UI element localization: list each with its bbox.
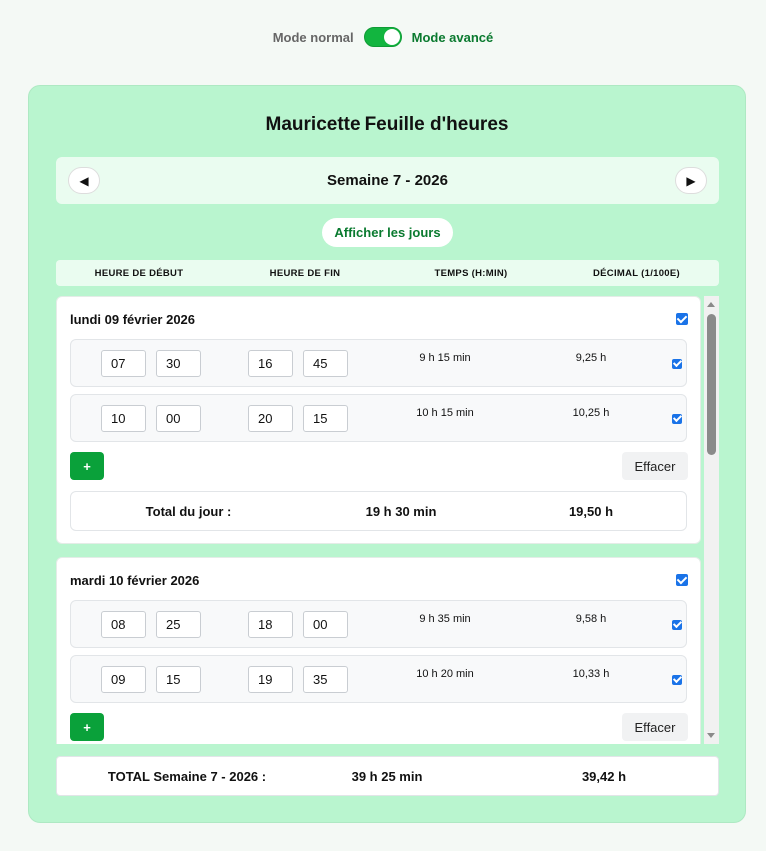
entry-checkbox[interactable] — [672, 359, 682, 369]
day-total-label: Total du jour : — [145, 504, 232, 519]
mode-advanced-label[interactable]: Mode avancé — [412, 30, 494, 45]
entry-duration: 9 h 35 min — [419, 613, 471, 625]
entry-checkbox[interactable] — [672, 620, 682, 630]
prev-week-button[interactable]: ◀ — [68, 167, 100, 194]
column-headers: HEURE DE DÉBUT HEURE DE FIN TEMPS (H:MIN… — [56, 260, 719, 286]
scroll-down-arrow-icon[interactable] — [707, 733, 715, 738]
end-hour-input[interactable]: 20 — [248, 405, 293, 432]
time-entry-row: 09 15 19 35 10 h 20 min 10,33 h — [70, 655, 687, 703]
end-minute-input[interactable]: 15 — [303, 405, 348, 432]
start-minute-input[interactable]: 00 — [156, 405, 201, 432]
entry-duration: 10 h 15 min — [416, 407, 474, 419]
scrollbar-thumb[interactable] — [707, 314, 716, 455]
week-total-row: TOTAL Semaine 7 - 2026 : 39 h 25 min 39,… — [56, 756, 719, 796]
entry-decimal: 10,25 h — [572, 407, 610, 419]
employee-name: Mauricette — [265, 114, 361, 135]
days-scroll-area[interactable]: lundi 09 février 2026 07 30 16 45 9 h 15… — [56, 296, 720, 744]
add-entry-button[interactable]: + — [70, 713, 104, 741]
next-week-button[interactable]: ▶ — [674, 167, 707, 194]
week-navigator: ◀ Semaine 7 - 2026 ▶ — [56, 157, 719, 204]
triangle-right-icon: ▶ — [686, 173, 696, 188]
col-end-time: HEURE DE FIN — [269, 267, 341, 279]
start-hour-input[interactable]: 08 — [101, 611, 146, 638]
page-title: Mauricette Feuille d'heures — [29, 114, 745, 136]
col-duration: TEMPS (H:MIN) — [434, 267, 508, 279]
day-title: mardi 10 février 2026 — [70, 573, 200, 588]
day-total-time: 19 h 30 min — [365, 504, 437, 519]
mode-normal-label[interactable]: Mode normal — [273, 30, 354, 45]
start-minute-input[interactable]: 25 — [156, 611, 201, 638]
end-hour-input[interactable]: 16 — [248, 350, 293, 377]
col-start-time: HEURE DE DÉBUT — [94, 267, 184, 279]
end-minute-input[interactable]: 35 — [303, 666, 348, 693]
timesheet-card: Mauricette Feuille d'heures ◀ Semaine 7 -… — [28, 85, 746, 823]
show-days-button[interactable]: Afficher les jours — [322, 218, 453, 247]
start-minute-input[interactable]: 30 — [156, 350, 201, 377]
clear-day-button[interactable]: Effacer — [622, 713, 688, 741]
week-total-label: TOTAL Semaine 7 - 2026 : — [107, 769, 267, 784]
end-hour-input[interactable]: 19 — [248, 666, 293, 693]
vertical-scrollbar[interactable] — [704, 296, 719, 744]
day-total-decimal: 19,50 h — [568, 504, 614, 519]
day-checkbox[interactable] — [676, 313, 688, 325]
entry-duration: 10 h 20 min — [416, 668, 474, 680]
end-hour-input[interactable]: 18 — [248, 611, 293, 638]
end-minute-input[interactable]: 00 — [303, 611, 348, 638]
add-entry-button[interactable]: + — [70, 452, 104, 480]
entry-decimal: 9,25 h — [575, 352, 607, 364]
scroll-up-arrow-icon[interactable] — [707, 302, 715, 307]
start-hour-input[interactable]: 07 — [101, 350, 146, 377]
mode-switch-bar: Mode normal Mode avancé — [0, 26, 766, 48]
triangle-left-icon: ◀ — [79, 173, 89, 188]
week-label: Semaine 7 - 2026 — [327, 172, 448, 189]
entry-duration: 9 h 15 min — [419, 352, 471, 364]
time-entry-row: 10 00 20 15 10 h 15 min 10,25 h — [70, 394, 687, 442]
entry-checkbox[interactable] — [672, 414, 682, 424]
day-checkbox[interactable] — [676, 574, 688, 586]
time-entry-row: 08 25 18 00 9 h 35 min 9,58 h — [70, 600, 687, 648]
day-card: lundi 09 février 2026 07 30 16 45 9 h 15… — [56, 296, 701, 544]
entry-decimal: 10,33 h — [572, 668, 610, 680]
day-title: lundi 09 février 2026 — [70, 312, 196, 327]
toggle-knob — [383, 29, 400, 45]
start-hour-input[interactable]: 10 — [101, 405, 146, 432]
week-total-time: 39 h 25 min — [351, 769, 423, 784]
time-entry-row: 07 30 16 45 9 h 15 min 9,25 h — [70, 339, 687, 387]
start-minute-input[interactable]: 15 — [156, 666, 201, 693]
timesheet-title: Feuille d'heures — [364, 114, 509, 135]
week-total-decimal: 39,42 h — [581, 769, 627, 784]
mode-toggle[interactable] — [363, 27, 402, 47]
day-total-row: Total du jour : 19 h 30 min 19,50 h — [70, 491, 687, 531]
day-card: mardi 10 février 2026 08 25 18 00 9 h 35… — [56, 557, 701, 744]
entry-decimal: 9,58 h — [575, 613, 607, 625]
clear-day-button[interactable]: Effacer — [622, 452, 688, 480]
col-decimal: DÉCIMAL (1/100E) — [593, 267, 680, 279]
start-hour-input[interactable]: 09 — [101, 666, 146, 693]
end-minute-input[interactable]: 45 — [303, 350, 348, 377]
entry-checkbox[interactable] — [672, 675, 682, 685]
